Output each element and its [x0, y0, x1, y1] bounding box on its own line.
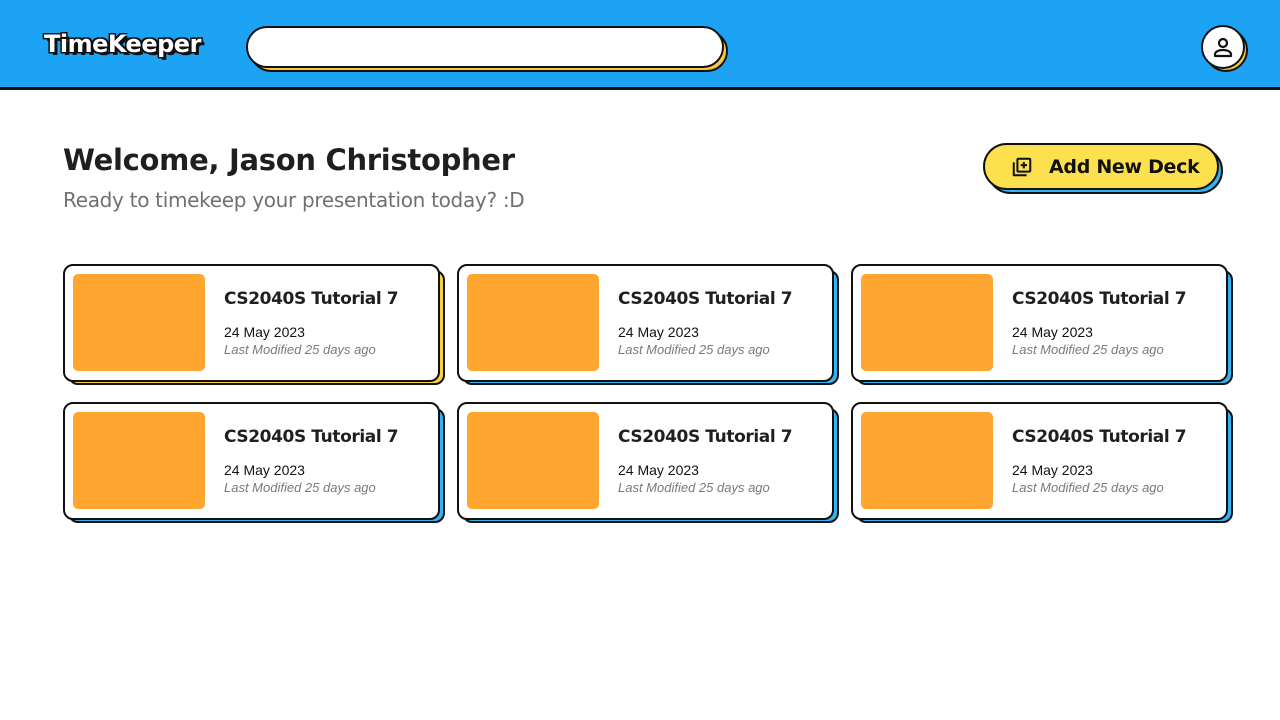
deck-date: 24 May 2023 [1012, 462, 1093, 478]
deck-thumbnail [861, 274, 993, 371]
deck-card-container: CS2040S Tutorial 7 24 May 2023 Last Modi… [457, 264, 839, 385]
deck-thumbnail [73, 412, 205, 509]
deck-date: 24 May 2023 [618, 462, 699, 478]
deck-thumbnail [467, 412, 599, 509]
deck-title: CS2040S Tutorial 7 [618, 427, 793, 447]
add-deck-container: Add New Deck [983, 143, 1223, 194]
deck-card[interactable]: CS2040S Tutorial 7 24 May 2023 Last Modi… [457, 402, 834, 520]
add-library-icon [1012, 157, 1032, 176]
deck-thumbnail [467, 274, 599, 371]
deck-title: CS2040S Tutorial 7 [224, 427, 399, 447]
deck-last-modified: Last Modified 25 days ago [618, 342, 770, 357]
deck-thumbnail [861, 412, 993, 509]
deck-card[interactable]: CS2040S Tutorial 7 24 May 2023 Last Modi… [457, 264, 834, 382]
deck-title: CS2040S Tutorial 7 [224, 289, 399, 309]
search-container [246, 26, 728, 72]
search-input[interactable] [246, 26, 724, 68]
deck-date: 24 May 2023 [224, 462, 305, 478]
deck-card[interactable]: CS2040S Tutorial 7 24 May 2023 Last Modi… [63, 402, 440, 520]
top-bar: TimeKeeper [0, 0, 1280, 90]
user-icon [1213, 37, 1233, 58]
deck-card-container: CS2040S Tutorial 7 24 May 2023 Last Modi… [457, 402, 839, 523]
deck-title: CS2040S Tutorial 7 [1012, 289, 1187, 309]
deck-card[interactable]: CS2040S Tutorial 7 24 May 2023 Last Modi… [63, 264, 440, 382]
deck-date: 24 May 2023 [1012, 324, 1093, 340]
deck-card[interactable]: CS2040S Tutorial 7 24 May 2023 Last Modi… [851, 402, 1228, 520]
deck-title: CS2040S Tutorial 7 [1012, 427, 1187, 447]
deck-last-modified: Last Modified 25 days ago [1012, 342, 1164, 357]
app-logo[interactable]: TimeKeeper [44, 30, 201, 58]
deck-card-container: CS2040S Tutorial 7 24 May 2023 Last Modi… [851, 402, 1233, 523]
add-new-deck-button[interactable]: Add New Deck [983, 143, 1219, 190]
deck-card-container: CS2040S Tutorial 7 24 May 2023 Last Modi… [63, 402, 445, 523]
deck-card-container: CS2040S Tutorial 7 24 May 2023 Last Modi… [63, 264, 445, 385]
deck-last-modified: Last Modified 25 days ago [1012, 480, 1164, 495]
deck-date: 24 May 2023 [618, 324, 699, 340]
deck-grid: CS2040S Tutorial 7 24 May 2023 Last Modi… [63, 264, 1233, 523]
deck-card-container: CS2040S Tutorial 7 24 May 2023 Last Modi… [851, 264, 1233, 385]
deck-last-modified: Last Modified 25 days ago [618, 480, 770, 495]
add-new-deck-label: Add New Deck [1049, 155, 1200, 178]
profile-button-container [1201, 25, 1248, 72]
welcome-subtitle: Ready to timekeep your presentation toda… [63, 188, 525, 212]
deck-card[interactable]: CS2040S Tutorial 7 24 May 2023 Last Modi… [851, 264, 1228, 382]
deck-thumbnail [73, 274, 205, 371]
deck-title: CS2040S Tutorial 7 [618, 289, 793, 309]
welcome-heading: Welcome, Jason Christopher [63, 143, 515, 177]
deck-last-modified: Last Modified 25 days ago [224, 342, 376, 357]
deck-last-modified: Last Modified 25 days ago [224, 480, 376, 495]
deck-date: 24 May 2023 [224, 324, 305, 340]
profile-button[interactable] [1201, 25, 1245, 69]
